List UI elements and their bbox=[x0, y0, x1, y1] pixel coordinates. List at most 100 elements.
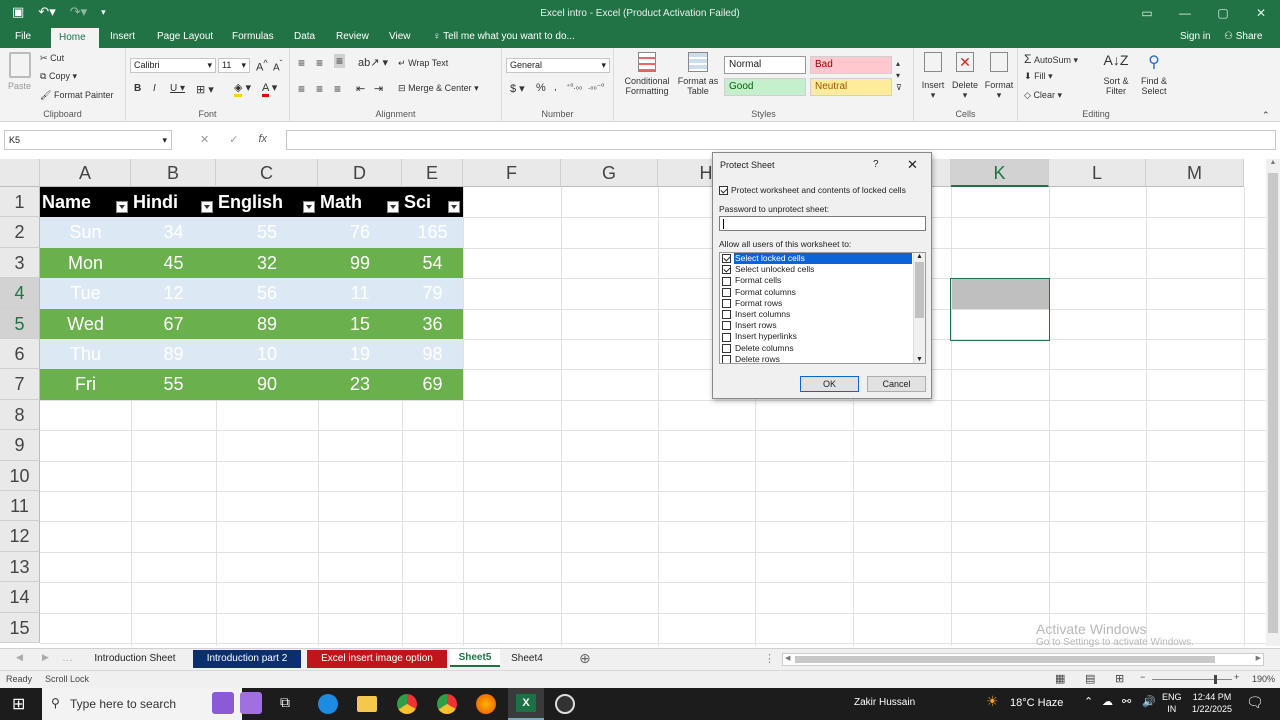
sheet-tab-introduction-part2[interactable]: Introduction part 2 bbox=[193, 650, 301, 668]
recorder-icon[interactable] bbox=[555, 694, 575, 714]
zoom-thumb[interactable] bbox=[1214, 675, 1217, 684]
sheet-tab-sheet5[interactable]: Sheet5 bbox=[450, 649, 500, 667]
checkbox-unchecked[interactable] bbox=[722, 299, 731, 308]
chrome-icon-2[interactable] bbox=[437, 694, 457, 714]
filter-dropdown-icon[interactable] bbox=[116, 201, 128, 213]
cut-button[interactable]: ✂ Cut bbox=[40, 53, 64, 64]
table-cell[interactable]: 165 bbox=[402, 217, 463, 248]
normal-view-icon[interactable]: ▦ bbox=[1055, 672, 1065, 685]
permission-item[interactable]: Insert hyperlinks bbox=[720, 331, 925, 342]
tray-chevron-icon[interactable]: ⌃ bbox=[1084, 695, 1093, 708]
row-header-9[interactable]: 9 bbox=[0, 430, 40, 461]
row-header-15[interactable]: 15 bbox=[0, 612, 40, 643]
checkbox-unchecked[interactable] bbox=[722, 354, 731, 363]
permission-item[interactable]: Format rows bbox=[720, 298, 925, 309]
scroll-down-icon[interactable]: ▼ bbox=[914, 356, 925, 363]
bold-icon[interactable]: B bbox=[134, 83, 141, 94]
maximize-icon[interactable]: ▢ bbox=[1204, 0, 1242, 28]
more-sheets-icon[interactable]: … bbox=[62, 652, 73, 664]
tab-review[interactable]: Review bbox=[336, 31, 369, 42]
scroll-thumb[interactable] bbox=[915, 262, 924, 318]
tell-me-search[interactable]: ♀ Tell me what you want to do... bbox=[433, 31, 575, 42]
volume-icon[interactable]: 🔊 bbox=[1142, 695, 1156, 708]
checkbox-checked[interactable] bbox=[722, 265, 731, 275]
task-view-icon[interactable]: ⧉ bbox=[280, 694, 290, 711]
increase-decimal-icon[interactable]: ⁺⁰.₀₀ bbox=[566, 82, 582, 91]
table-cell[interactable]: 99 bbox=[318, 247, 402, 279]
italic-icon[interactable]: I bbox=[153, 83, 156, 94]
permission-item[interactable]: Format cells bbox=[720, 275, 925, 286]
horizontal-scrollbar[interactable]: ◀ ▶ bbox=[782, 653, 1264, 666]
table-cell[interactable]: 36 bbox=[402, 308, 463, 339]
help-icon[interactable]: ? bbox=[873, 159, 879, 170]
new-sheet-icon[interactable]: ⊕ bbox=[579, 650, 591, 667]
permission-item[interactable]: Delete columns bbox=[720, 343, 925, 354]
table-cell[interactable]: Tue bbox=[40, 278, 131, 309]
cancel-formula-icon[interactable]: ✕ bbox=[200, 133, 209, 146]
select-all-corner[interactable] bbox=[0, 159, 40, 187]
row-header-6[interactable]: 6 bbox=[0, 339, 40, 370]
row-header-4[interactable]: 4 bbox=[0, 278, 40, 309]
weather-text[interactable]: 18°C Haze bbox=[1010, 697, 1063, 709]
number-format-select[interactable]: General ▾ bbox=[506, 58, 610, 73]
align-top-icon[interactable]: ≡ bbox=[298, 56, 305, 70]
align-middle-icon[interactable]: ≡ bbox=[316, 56, 323, 70]
close-icon[interactable]: ✕ bbox=[1242, 0, 1280, 28]
next-sheet-icon[interactable]: ▶ bbox=[42, 652, 49, 663]
table-cell[interactable]: 54 bbox=[402, 247, 463, 279]
column-header-e[interactable]: E bbox=[402, 159, 463, 187]
filter-dropdown-icon[interactable] bbox=[303, 201, 315, 213]
cloud-icon[interactable]: ☁ bbox=[1102, 695, 1113, 708]
row-header-8[interactable]: 8 bbox=[0, 399, 40, 431]
excel-taskbar-button[interactable]: X bbox=[508, 688, 544, 720]
tab-home[interactable]: Home bbox=[51, 28, 99, 48]
checkbox-unchecked[interactable] bbox=[722, 287, 731, 297]
formula-input[interactable] bbox=[286, 130, 1276, 150]
file-explorer-icon[interactable] bbox=[357, 696, 377, 712]
enter-formula-icon[interactable]: ✓ bbox=[229, 133, 238, 146]
table-cell[interactable]: 56 bbox=[216, 278, 318, 309]
font-name-select[interactable]: Calibri ▾ bbox=[130, 58, 216, 73]
table-header-english[interactable]: English bbox=[216, 187, 318, 218]
table-cell[interactable]: 98 bbox=[402, 339, 463, 370]
table-cell[interactable]: Mon bbox=[40, 247, 131, 279]
tab-page-layout[interactable]: Page Layout bbox=[157, 31, 213, 42]
table-cell[interactable]: 34 bbox=[131, 217, 216, 248]
table-cell[interactable]: Wed bbox=[40, 308, 131, 339]
share-button[interactable]: ⚇ Share bbox=[1224, 31, 1262, 42]
table-cell[interactable]: 32 bbox=[216, 247, 318, 279]
table-cell[interactable]: Fri bbox=[40, 369, 131, 400]
page-layout-view-icon[interactable]: ▤ bbox=[1085, 672, 1095, 685]
sort-filter-button[interactable]: A↓Z Sort & Filter bbox=[1098, 52, 1134, 96]
wrap-text-button[interactable]: ↵ Wrap Text bbox=[398, 58, 448, 69]
checkbox-unchecked[interactable] bbox=[722, 310, 731, 320]
permission-item[interactable]: Insert columns bbox=[720, 309, 925, 320]
scroll-up-arrow[interactable]: ▲ bbox=[1266, 159, 1280, 166]
taskbar-app-icon-2[interactable] bbox=[240, 692, 262, 714]
paste-button[interactable]: Paste bbox=[8, 52, 31, 91]
split-handle-icon[interactable]: ⋮ bbox=[764, 652, 775, 665]
copy-button[interactable]: ⧉ Copy ▾ bbox=[40, 71, 77, 82]
column-header-k[interactable]: K bbox=[951, 159, 1049, 187]
table-cell[interactable]: 90 bbox=[216, 369, 318, 400]
sheet-tab-insert-image[interactable]: Excel insert image option bbox=[307, 650, 447, 668]
row-header-11[interactable]: 11 bbox=[0, 491, 40, 522]
table-cell[interactable]: 55 bbox=[131, 369, 216, 400]
column-header-a[interactable]: A bbox=[40, 159, 131, 187]
protect-contents-checkbox[interactable]: Protect worksheet and contents of locked… bbox=[719, 185, 906, 196]
hscroll-thumb[interactable] bbox=[795, 656, 1215, 663]
cancel-button[interactable]: Cancel bbox=[867, 376, 926, 392]
style-normal[interactable]: Normal bbox=[724, 56, 806, 74]
permission-item[interactable]: Format columns bbox=[720, 287, 925, 298]
vertical-scrollbar[interactable]: ▲ bbox=[1266, 159, 1280, 646]
autosum-button[interactable]: Σ AutoSum ▾ bbox=[1024, 52, 1078, 66]
table-header-hindi[interactable]: Hindi bbox=[131, 187, 216, 218]
filter-dropdown-icon[interactable] bbox=[387, 201, 399, 213]
tab-formulas[interactable]: Formulas bbox=[232, 31, 274, 42]
row-header-1[interactable]: 1 bbox=[0, 187, 40, 218]
column-header-d[interactable]: D bbox=[318, 159, 402, 187]
table-cell[interactable]: 89 bbox=[131, 339, 216, 370]
list-scrollbar[interactable]: ▲ ▼ bbox=[913, 253, 925, 363]
table-header-math[interactable]: Math bbox=[318, 187, 402, 218]
delete-cells-button[interactable]: ✕ Delete ▾ bbox=[950, 52, 980, 101]
